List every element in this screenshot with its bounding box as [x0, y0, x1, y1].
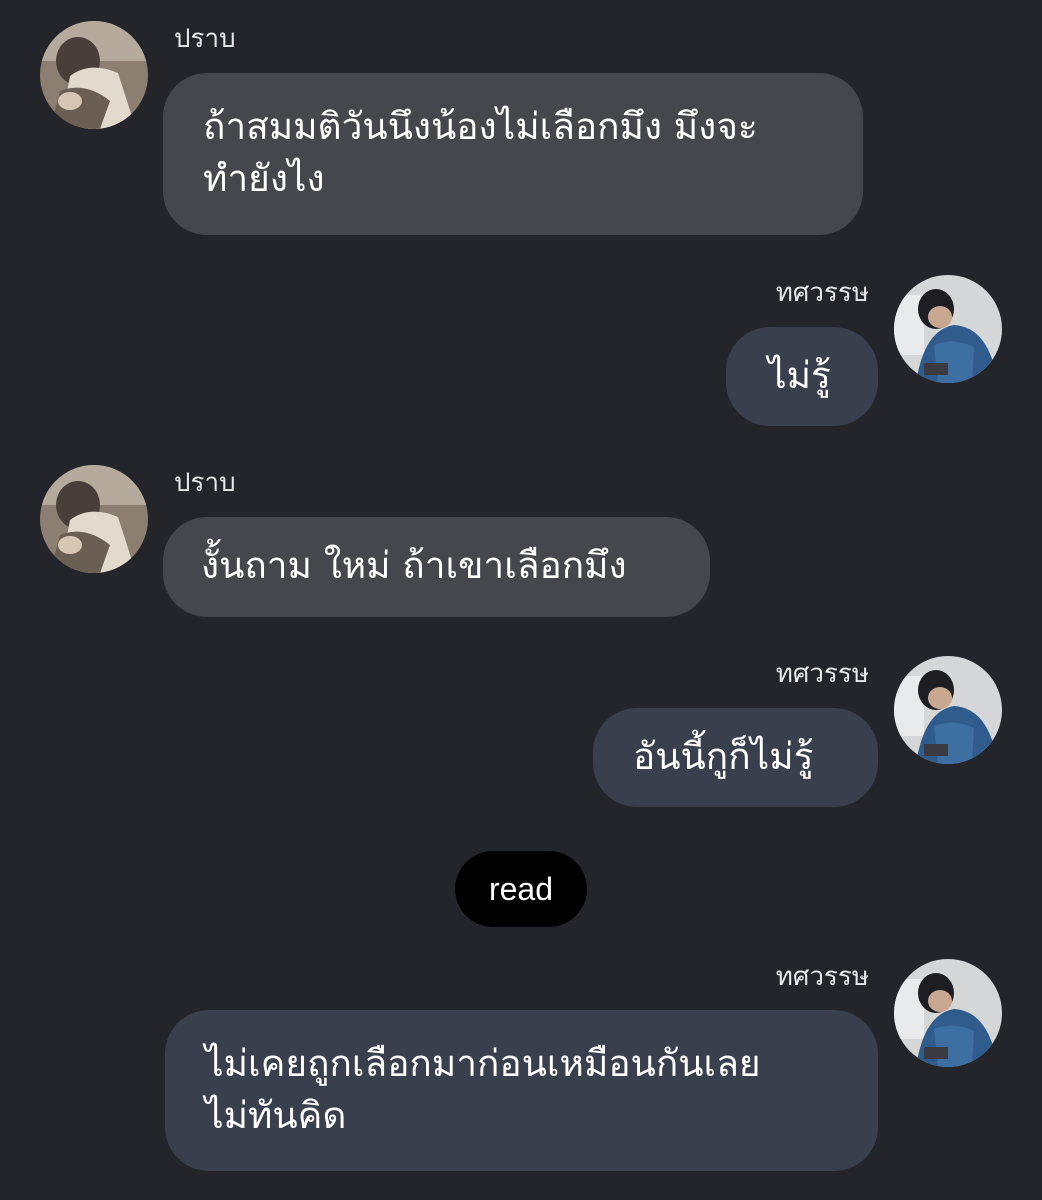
sender-name: ทศวรรษ	[775, 278, 869, 308]
message-text-line: ทำยังไง	[203, 157, 325, 200]
message-text-line: ถ้าสมมติวันนึงน้องไม่เลือกมึง มึงจะ	[203, 105, 758, 148]
message-text-line: ไม่ทันคิด	[205, 1094, 347, 1137]
avatar-thotsawat-image	[894, 656, 1002, 764]
message-text-line: ไม่เคยถูกเลือกมาก่อนเหมือนกันเลย	[205, 1042, 761, 1085]
sender-name: ทศวรรษ	[775, 659, 869, 689]
avatar-prab[interactable]	[40, 21, 148, 129]
message-bubble[interactable]: ถ้าสมมติวันนึงน้องไม่เลือกมึง มึงจะ ทำยั…	[163, 73, 863, 235]
read-receipt-badge: read	[455, 851, 587, 927]
avatar-prab[interactable]	[40, 465, 148, 573]
message-bubble[interactable]: งั้นถาม ใหม่ ถ้าเขาเลือกมึง	[163, 517, 710, 617]
avatar-thotsawat-image	[894, 275, 1002, 383]
avatar-prab-image	[40, 21, 148, 129]
message-text-line: ไม่รู้	[768, 354, 831, 397]
message-bubble[interactable]: ไม่เคยถูกเลือกมาก่อนเหมือนกันเลย ไม่ทันค…	[165, 1010, 878, 1171]
sender-name: ปราบ	[174, 24, 236, 54]
message-bubble[interactable]: ไม่รู้	[726, 327, 878, 426]
message-text-line: อันนี้กูก็ไม่รู้	[633, 735, 814, 778]
avatar-thotsawat[interactable]	[894, 959, 1002, 1067]
avatar-thotsawat[interactable]	[894, 275, 1002, 383]
avatar-thotsawat-image	[894, 959, 1002, 1067]
message-bubble[interactable]: อันนี้กูก็ไม่รู้	[593, 708, 878, 807]
message-text-line: งั้นถาม ใหม่ ถ้าเขาเลือกมึง	[201, 544, 627, 587]
avatar-thotsawat[interactable]	[894, 656, 1002, 764]
sender-name: ปราบ	[174, 468, 236, 498]
avatar-prab-image	[40, 465, 148, 573]
sender-name: ทศวรรษ	[775, 962, 869, 992]
